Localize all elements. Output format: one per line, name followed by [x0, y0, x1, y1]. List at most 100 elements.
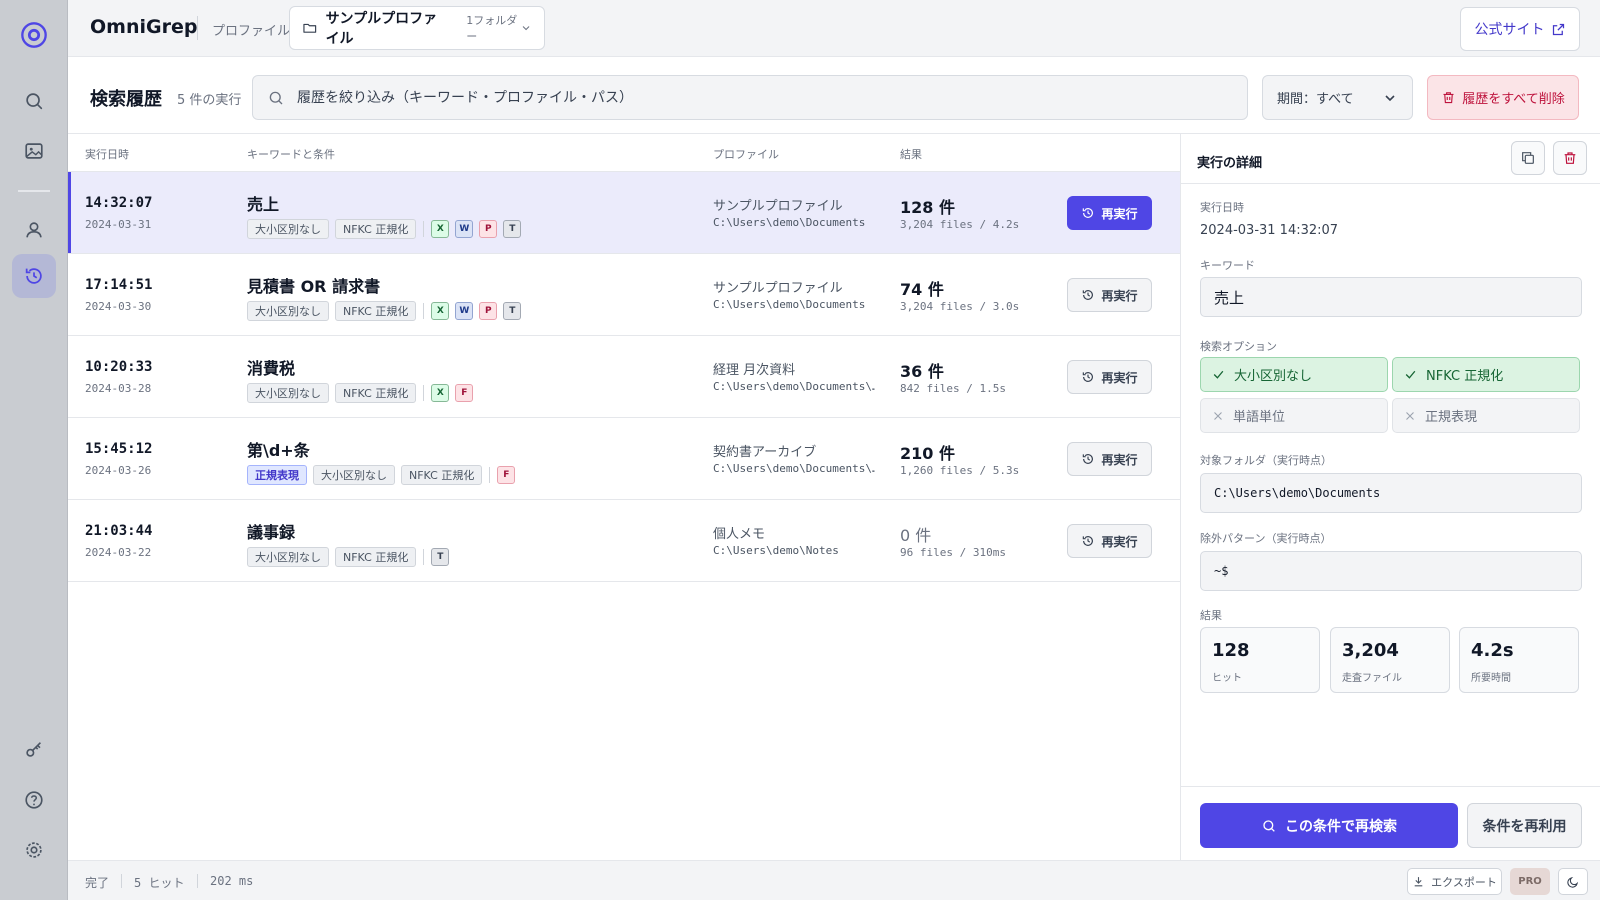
- filetype-badge: P: [479, 302, 498, 320]
- col-datetime: 実行日時: [85, 148, 129, 161]
- row-path: C:\Users\demo\Documents: [713, 298, 866, 311]
- trash-icon: [1443, 92, 1454, 104]
- row-keyword: 消費税: [247, 359, 296, 378]
- rerun-label: 再実行: [1101, 206, 1138, 221]
- trash-icon: [1564, 152, 1576, 164]
- filetype-badge: X: [431, 302, 450, 320]
- tag-divider: [423, 221, 425, 237]
- option-tag: NFKC 正規化: [335, 547, 417, 567]
- detail-exclude-field[interactable]: ~$: [1200, 551, 1582, 591]
- table-row[interactable]: 14:32:07 2024-03-31 売上 大小区別なし NFKC 正規化 X W P T サン…: [68, 172, 1180, 254]
- history-filter-input[interactable]: [297, 89, 1197, 106]
- x-icon: [1404, 410, 1416, 422]
- rerun-button[interactable]: 再実行: [1067, 278, 1152, 312]
- filetype-badge: P: [479, 220, 498, 238]
- filetype-badge: T: [503, 302, 522, 320]
- col-result: 結果: [900, 148, 922, 161]
- option-tag: NFKC 正規化: [401, 465, 483, 485]
- col-keyword: キーワードと条件: [247, 148, 335, 161]
- row-tags: 大小区別なし NFKC 正規化 T: [247, 547, 450, 567]
- official-site-button[interactable]: 公式サイト: [1460, 7, 1580, 51]
- copy-button[interactable]: [1511, 141, 1545, 175]
- row-time: 21:03:44: [85, 523, 153, 539]
- stat-card: 4.2s 所要時間: [1459, 627, 1579, 693]
- row-profile: 経理 月次資料: [713, 363, 796, 378]
- detail-folder-field[interactable]: C:\Users\demo\Documents: [1200, 473, 1582, 513]
- page-title: 検索履歴: [90, 89, 162, 110]
- option-disabled: 正規表現: [1392, 398, 1580, 433]
- rerun-button[interactable]: 再実行: [1067, 360, 1152, 394]
- clear-history-button[interactable]: 履歴をすべて削除: [1427, 75, 1579, 120]
- table-row[interactable]: 10:20:33 2024-03-28 消費税 大小区別なし NFKC 正規化 X F 経理 …: [68, 336, 1180, 418]
- option-label: 単語単位: [1233, 410, 1286, 425]
- row-date: 2024-03-28: [85, 382, 152, 395]
- rerun-button[interactable]: 再実行: [1067, 442, 1152, 476]
- row-meta: 3,204 files / 3.0s: [900, 300, 1020, 313]
- delete-entry-button[interactable]: [1553, 141, 1587, 175]
- pro-badge: PRO: [1510, 868, 1550, 895]
- row-keyword: 議事録: [247, 523, 296, 542]
- row-keyword: 見積書 OR 請求書: [247, 277, 381, 296]
- reuse-conditions-button[interactable]: 条件を再利用: [1467, 803, 1582, 848]
- history-filter[interactable]: [252, 75, 1248, 120]
- history-rows: 14:32:07 2024-03-31 売上 大小区別なし NFKC 正規化 X W P T サン…: [68, 172, 1180, 582]
- filetype-badge: F: [455, 384, 474, 402]
- regex-tag: 正規表現: [247, 465, 307, 485]
- row-profile: 契約書アーカイブ: [713, 445, 817, 460]
- research-button[interactable]: この条件で再検索: [1200, 803, 1458, 848]
- detail-keyword-field[interactable]: 売上: [1200, 277, 1582, 317]
- row-tags: 正規表現 大小区別なし NFKC 正規化 F: [247, 465, 516, 485]
- profile-name: サンプルプロファイル: [325, 11, 438, 47]
- detail-folder-label: 対象フォルダ（実行時点）: [1200, 454, 1332, 467]
- row-tags: 大小区別なし NFKC 正規化 X W P T: [247, 219, 522, 239]
- table-row[interactable]: 17:14:51 2024-03-30 見積書 OR 請求書 大小区別なし NFKC 正…: [68, 254, 1180, 336]
- settings-gear-icon[interactable]: [12, 828, 56, 872]
- search-icon[interactable]: [12, 79, 56, 123]
- row-profile: 個人メモ: [713, 527, 766, 542]
- filetype-badge: T: [503, 220, 522, 238]
- export-button[interactable]: エクスポート: [1407, 868, 1502, 895]
- table-row[interactable]: 21:03:44 2024-03-22 議事録 大小区別なし NFKC 正規化 T 個人メモ…: [68, 500, 1180, 582]
- history-icon[interactable]: [12, 254, 56, 298]
- option-tag: NFKC 正規化: [335, 219, 417, 239]
- stat-label: 走査ファイル: [1342, 673, 1402, 684]
- dark-mode-toggle[interactable]: [1558, 868, 1588, 895]
- rail-divider: [18, 190, 50, 192]
- image-icon[interactable]: [12, 129, 56, 173]
- history-count: 5 件の実行: [177, 93, 242, 108]
- row-tags: 大小区別なし NFKC 正規化 X W P T: [247, 301, 522, 321]
- option-label: 大小区別なし: [1234, 369, 1313, 384]
- status-state: 完了: [85, 876, 110, 890]
- row-keyword: 第\d+条: [247, 441, 310, 460]
- row-hits: 36 件: [900, 362, 944, 381]
- option-label: 正規表現: [1425, 410, 1478, 425]
- detail-title: 実行の詳細: [1197, 156, 1263, 171]
- option-tag: 大小区別なし: [247, 547, 329, 567]
- col-profile: プロファイル: [713, 148, 779, 161]
- filetype-badge: W: [455, 302, 474, 320]
- search-icon: [1263, 819, 1275, 832]
- detail-result-label: 結果: [1200, 609, 1222, 622]
- detail-options-label: 検索オプション: [1200, 340, 1277, 353]
- check-icon: [1212, 368, 1225, 381]
- help-icon[interactable]: [12, 778, 56, 822]
- table-row[interactable]: 15:45:12 2024-03-26 第\d+条 正規表現 大小区別なし NFKC 正規…: [68, 418, 1180, 500]
- stat-card: 128 ヒット: [1200, 627, 1320, 693]
- row-path: C:\Users\demo\Notes: [713, 544, 839, 557]
- row-hits: 74 件: [900, 280, 944, 299]
- history-icon: [1081, 452, 1095, 466]
- user-icon[interactable]: [12, 208, 56, 252]
- history-icon: [1081, 534, 1095, 548]
- detail-datetime-label: 実行日時: [1200, 201, 1244, 214]
- rerun-button[interactable]: 再実行: [1067, 524, 1152, 558]
- row-date: 2024-03-31: [85, 218, 152, 231]
- option-tag: 大小区別なし: [313, 465, 395, 485]
- option-tag: NFKC 正規化: [335, 383, 417, 403]
- history-table: 実行日時 キーワードと条件 プロファイル 結果 14:32:07 2024-03-…: [68, 133, 1180, 855]
- period-select[interactable]: 期間：すべて: [1262, 75, 1413, 120]
- stat-value: 4.2s: [1471, 640, 1514, 661]
- profile-select[interactable]: サンプルプロファイル 1フォルダー: [289, 6, 545, 50]
- key-icon[interactable]: [12, 728, 56, 772]
- rerun-button[interactable]: 再実行: [1067, 196, 1152, 230]
- stat-value: 3,204: [1342, 640, 1399, 661]
